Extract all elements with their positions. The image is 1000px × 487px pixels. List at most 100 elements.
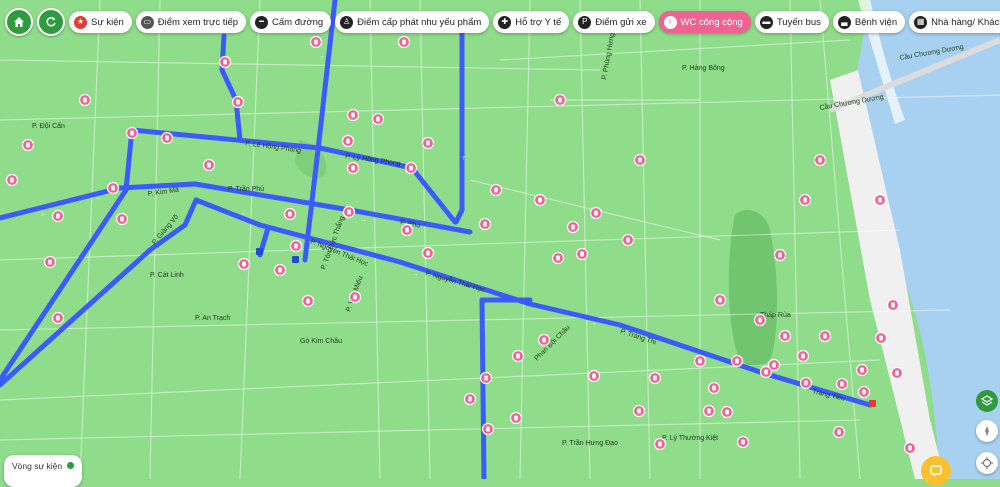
wc-marker[interactable] [873, 193, 887, 207]
wc-marker[interactable] [346, 108, 360, 122]
refresh-button[interactable] [37, 8, 65, 36]
compass-button[interactable] [976, 420, 998, 442]
wc-marker[interactable] [533, 193, 547, 207]
wc-marker[interactable] [341, 134, 355, 148]
wc-marker[interactable] [479, 371, 493, 385]
wc-marker[interactable] [621, 233, 635, 247]
wc-marker[interactable] [404, 161, 418, 175]
wc-marker[interactable] [730, 354, 744, 368]
filter-chip-5[interactable]: P Điểm gửi xe [573, 11, 655, 33]
wc-marker[interactable] [463, 392, 477, 406]
wc-marker[interactable] [106, 181, 120, 195]
wc-marker[interactable] [874, 331, 888, 345]
wc-marker[interactable] [855, 363, 869, 377]
filter-chip-8[interactable]: ▃ Bệnh viện [832, 11, 906, 33]
wc-marker[interactable] [553, 93, 567, 107]
wc-marker[interactable] [421, 246, 435, 260]
svg-text:←: ← [95, 195, 102, 202]
wc-marker[interactable] [702, 404, 716, 418]
wc-marker[interactable] [693, 354, 707, 368]
wc-marker[interactable] [773, 248, 787, 262]
layers-button[interactable] [976, 390, 998, 412]
wc-marker[interactable] [371, 112, 385, 126]
wc-marker[interactable] [231, 95, 245, 109]
wc-marker[interactable] [890, 366, 904, 380]
filter-chip-label: Nhà hàng/ Khách sạn [931, 16, 1000, 28]
wc-marker[interactable] [537, 333, 551, 347]
wc-marker[interactable] [818, 329, 832, 343]
wc-marker[interactable] [478, 217, 492, 231]
wc-marker[interactable] [633, 153, 647, 167]
filter-chip-1[interactable]: ▭ Điểm xem trực tiếp [135, 11, 247, 33]
filter-chip-2[interactable]: ━ Cấm đường [250, 11, 332, 33]
wc-marker[interactable] [43, 255, 57, 269]
wc-marker[interactable] [632, 404, 646, 418]
street-label: P. Hàng Bông [682, 65, 725, 72]
wc-marker[interactable] [707, 381, 721, 395]
wc-marker[interactable] [566, 220, 580, 234]
wc-marker[interactable] [648, 371, 662, 385]
wc-marker[interactable] [397, 35, 411, 49]
wc-marker[interactable] [400, 223, 414, 237]
wc-marker[interactable] [509, 411, 523, 425]
wc-marker[interactable] [736, 435, 750, 449]
wc-marker[interactable] [346, 161, 360, 175]
filter-chip-9[interactable]: ▦Nhà hàng/ Khách sạn [909, 11, 1000, 33]
street-label: P. Đội Cấn [32, 121, 65, 130]
wc-marker[interactable] [21, 138, 35, 152]
filter-chip-6[interactable]: ♀ WC công cộng [658, 11, 751, 33]
wc-marker[interactable] [813, 153, 827, 167]
chat-button[interactable] [921, 456, 951, 486]
wc-marker[interactable] [348, 290, 362, 304]
wc-marker[interactable] [903, 441, 917, 455]
wc-marker[interactable] [202, 158, 216, 172]
hoan-kiem-lake [728, 210, 778, 368]
wc-marker[interactable] [767, 358, 781, 372]
wc-marker[interactable] [778, 329, 792, 343]
wc-marker[interactable] [835, 377, 849, 391]
wc-marker[interactable] [886, 298, 900, 312]
wc-marker[interactable] [51, 209, 65, 223]
home-button[interactable] [5, 8, 33, 36]
wc-marker[interactable] [713, 293, 727, 307]
star-icon: ★ [74, 15, 87, 29]
wc-marker[interactable] [342, 205, 356, 219]
wc-marker[interactable] [301, 294, 315, 308]
wc-marker[interactable] [489, 183, 503, 197]
wc-marker[interactable] [125, 126, 139, 140]
wc-marker[interactable] [832, 425, 846, 439]
wc-marker[interactable] [857, 385, 871, 399]
wc-marker[interactable] [51, 311, 65, 325]
wc-marker[interactable] [720, 405, 734, 419]
filter-chip-7[interactable]: ▬ Tuyến bus [754, 11, 829, 33]
wc-marker[interactable] [78, 93, 92, 107]
wc-marker[interactable] [551, 251, 565, 265]
map-canvas[interactable]: ←←← →→→ ↑↑↑ P. Lê Hồng PhongP. Lý Hồng P… [0, 0, 1000, 479]
wc-marker[interactable] [796, 349, 810, 363]
wc-marker[interactable] [589, 206, 603, 220]
filter-chip-0[interactable]: ★ Sự kiện [69, 11, 132, 33]
wc-marker[interactable] [753, 313, 767, 327]
wc-marker[interactable] [273, 263, 287, 277]
wc-marker[interactable] [511, 349, 525, 363]
wc-marker[interactable] [283, 207, 297, 221]
wc-marker[interactable] [115, 212, 129, 226]
wc-marker[interactable] [160, 131, 174, 145]
locate-button[interactable] [976, 452, 998, 474]
wc-marker[interactable] [237, 257, 251, 271]
filter-chip-3[interactable]: ♙ Điểm cấp phát nhu yếu phẩm [335, 11, 490, 33]
wc-marker[interactable] [653, 437, 667, 451]
wc-marker[interactable] [575, 247, 589, 261]
wc-marker[interactable] [421, 136, 435, 150]
wc-marker[interactable] [218, 55, 232, 69]
event-legend[interactable]: Vòng sự kiện [4, 455, 83, 487]
svg-text:→: → [590, 320, 597, 327]
wc-marker[interactable] [5, 173, 19, 187]
filter-chip-4[interactable]: ✚ Hỗ trợ Y tế [493, 11, 570, 33]
wc-marker[interactable] [481, 422, 495, 436]
wc-marker[interactable] [799, 376, 813, 390]
wc-marker[interactable] [309, 35, 323, 49]
wc-marker[interactable] [798, 193, 812, 207]
wc-marker[interactable] [587, 369, 601, 383]
wc-marker[interactable] [289, 239, 303, 253]
